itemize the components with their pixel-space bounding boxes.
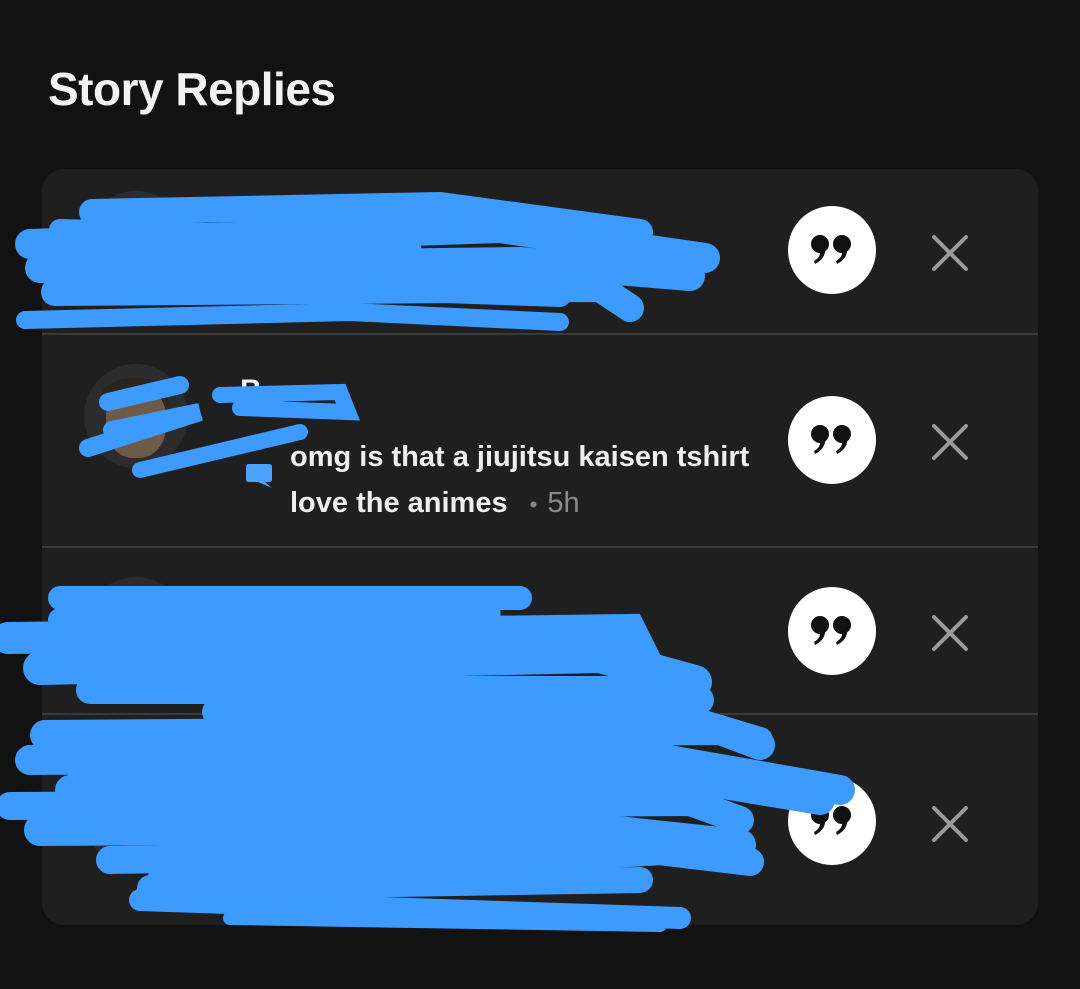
quote-reply-icon xyxy=(811,616,851,645)
avatar[interactable] xyxy=(84,191,188,295)
reply-row[interactable] xyxy=(42,547,1038,713)
page-title: Story Replies xyxy=(48,63,336,115)
reply-separator: • xyxy=(529,492,538,517)
close-icon xyxy=(932,806,968,842)
close-icon xyxy=(932,235,968,271)
chat-bubble-icon xyxy=(246,464,272,488)
avatar[interactable] xyxy=(84,364,188,468)
dismiss-button[interactable] xyxy=(930,233,970,273)
dismiss-button[interactable] xyxy=(930,422,970,462)
reply-message: omg is that a jiujitsu kaisen tshirt lov… xyxy=(290,434,810,528)
reply-row[interactable] xyxy=(42,714,1038,925)
reply-timestamp: 5h xyxy=(547,487,580,519)
reply-text: omg is that a jiujitsu kaisen tshirt lov… xyxy=(290,441,750,519)
close-icon xyxy=(932,424,968,460)
quote-reply-icon xyxy=(811,806,851,835)
reply-username: B xyxy=(240,374,262,407)
reply-row[interactable]: B omg is that a jiujitsu kaisen tshirt l… xyxy=(42,334,1038,546)
quote-reply-button[interactable] xyxy=(788,777,876,865)
quote-reply-icon xyxy=(811,235,851,264)
quote-reply-icon xyxy=(811,425,851,454)
dismiss-button[interactable] xyxy=(930,804,970,844)
quote-reply-button[interactable] xyxy=(788,396,876,484)
quote-reply-button[interactable] xyxy=(788,587,876,675)
reply-row[interactable] xyxy=(42,169,1038,333)
dismiss-button[interactable] xyxy=(930,613,970,653)
story-replies-screen: Story Replies B omg is that a jiujitsu k… xyxy=(0,0,1080,989)
quote-reply-button[interactable] xyxy=(788,206,876,294)
avatar[interactable] xyxy=(84,577,188,681)
avatar[interactable] xyxy=(84,764,188,868)
replies-card: B omg is that a jiujitsu kaisen tshirt l… xyxy=(42,169,1038,925)
close-icon xyxy=(932,615,968,651)
